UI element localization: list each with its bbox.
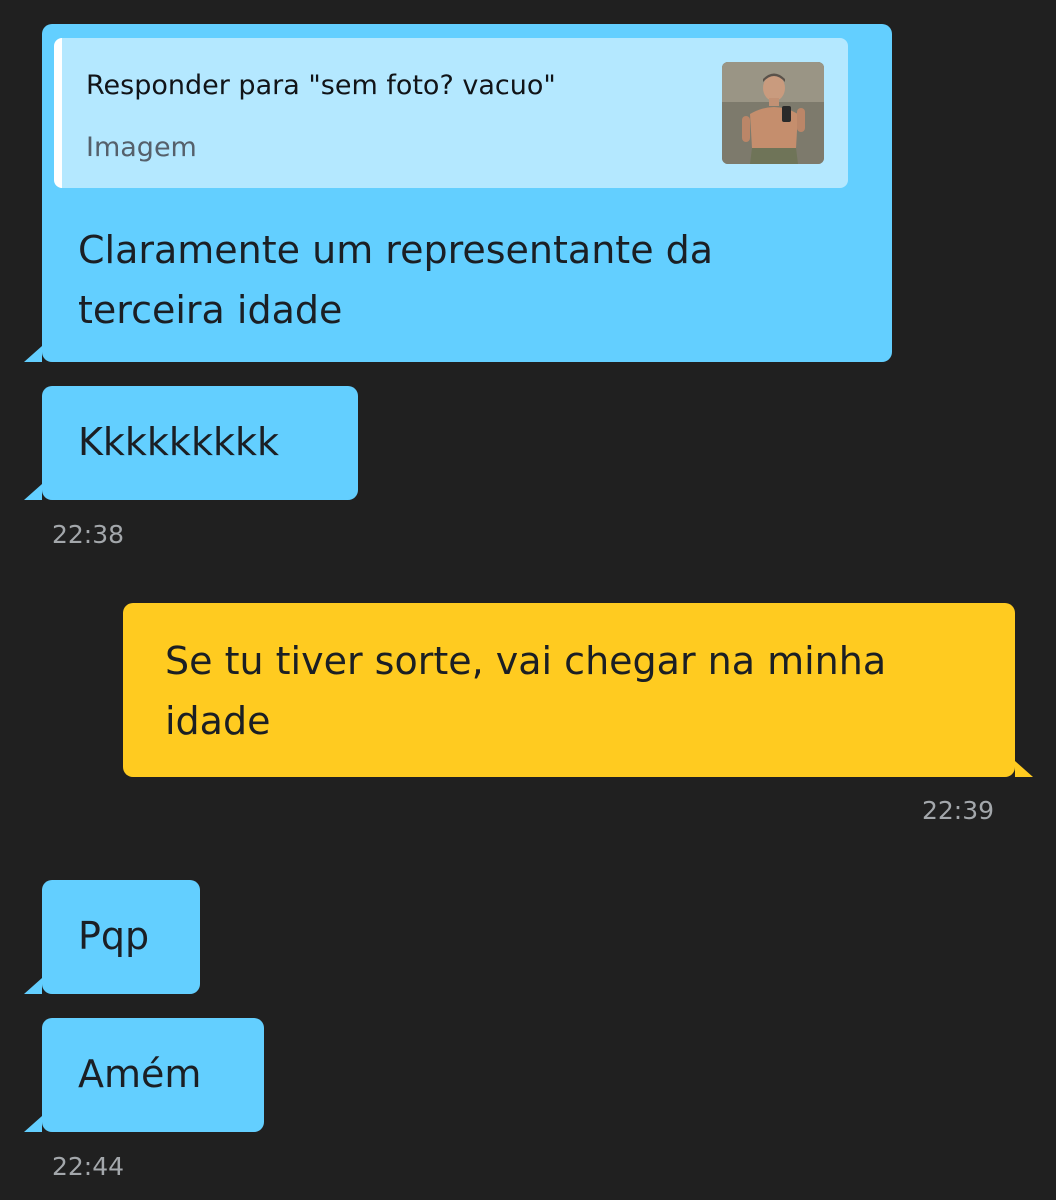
incoming-message-bubble[interactable]: Pqp [24,880,200,994]
reply-quote[interactable]: Responder para "sem foto? vacuo" Imagem [54,38,848,188]
message-timestamp: 22:39 [922,796,995,825]
bubble-tail [1015,761,1033,777]
reply-quote-title: Responder para "sem foto? vacuo" [86,70,556,101]
bubble-tail [24,978,42,994]
photo-thumbnail-icon[interactable] [722,62,824,164]
message-text: Amém [78,1052,202,1096]
chat-thread: Responder para "sem foto? vacuo" Imagem … [0,0,1056,1200]
incoming-message-bubble[interactable]: Amém [24,1018,264,1132]
message-timestamp: 22:44 [52,1152,125,1181]
message-text: Se tu tiver sorte, vai chegar na minha i… [165,639,887,743]
message-text: Claramente um representante da terceira … [78,228,714,332]
reply-quote-type: Imagem [86,132,197,163]
message-timestamp: 22:38 [52,520,125,549]
incoming-message-bubble[interactable]: Responder para "sem foto? vacuo" Imagem … [24,24,892,362]
bubble-tail [24,346,42,362]
message-text: Pqp [78,914,150,958]
outgoing-message-bubble[interactable]: Se tu tiver sorte, vai chegar na minha i… [123,603,1033,777]
bubble-tail [24,484,42,500]
message-text: Kkkkkkkkk [78,420,279,464]
bubble-tail [24,1116,42,1132]
incoming-message-bubble[interactable]: Kkkkkkkkk [24,386,358,500]
